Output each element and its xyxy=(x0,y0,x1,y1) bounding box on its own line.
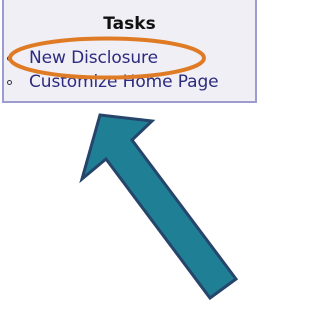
arrow-icon xyxy=(79,113,239,301)
new-disclosure-link[interactable]: New Disclosure xyxy=(29,47,158,69)
tasks-title: Tasks xyxy=(103,14,156,30)
customize-home-page-link[interactable]: Customize Home Page xyxy=(29,71,219,93)
bullet-icon xyxy=(7,80,12,85)
tasks-panel: Tasks New Disclosure Customize Home Page xyxy=(2,0,257,103)
bullet-icon xyxy=(7,56,12,61)
